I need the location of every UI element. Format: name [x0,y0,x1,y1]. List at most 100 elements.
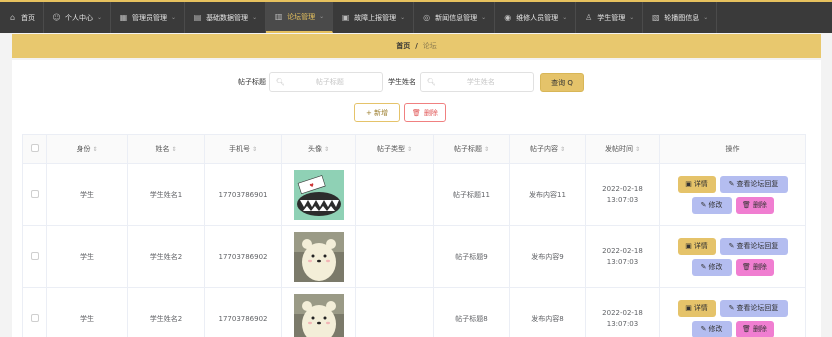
view-replies-button[interactable]: ✎ 查看论坛回复 [719,175,788,193]
nav-item-6[interactable]: ◎ 新闻信息管理 ⌄ [414,2,496,33]
nav-item-label: 基础数据管理 [206,13,249,22]
nav-item-label: 管理员管理 [132,13,168,22]
phone-cell: 17703786901 [204,163,282,226]
nav-item-2[interactable]: ▦ 管理员管理 ⌄ [111,2,186,33]
post-title-field[interactable]: 🔍︎ [269,72,383,92]
user-icon: ☺ [52,13,61,22]
column-header-label: 操作 [725,145,740,153]
sort-icon[interactable]: ⇕ [171,146,176,153]
post-title-label: 帖子标题 [238,78,266,86]
post-type-cell [355,225,434,288]
repair-icon: ◉ [504,13,512,22]
sort-icon[interactable]: ⇕ [635,146,640,153]
row-delete-button[interactable]: 🗑︎ 删除 [735,196,774,214]
post-title-cell: 帖子标题11 [433,163,510,226]
avatar-monster-image: ♥ [293,169,344,220]
identity-cell: 学生 [46,163,128,226]
breadcrumb-home[interactable]: 首页 [396,41,410,51]
column-header[interactable]: 发帖时间 ⇕ [585,134,660,164]
news-icon: ◎ [423,13,431,22]
trash-icon: 🗑︎ [742,325,751,333]
sort-icon[interactable]: ⇕ [484,146,489,153]
column-header[interactable]: 帖子标题 ⇕ [433,134,510,164]
view-replies-button[interactable]: ✎ 查看论坛回复 [719,237,788,255]
table-row[interactable]: 学生 学生姓名1 17703786901 ♥ 帖子标题11 发布内容11 2022-02-1… [22,163,806,226]
post-content-cell: 发布内容9 [509,225,586,288]
phone-cell: 17703786902 [204,225,282,288]
student-icon: ♙ [585,13,593,22]
detail-button[interactable]: ▣ 详情 [677,237,716,255]
nav-item-label: 论坛管理 [287,12,316,21]
student-name-label: 学生姓名 [388,78,416,86]
select-all-checkbox[interactable] [30,144,39,152]
nav-item-4[interactable]: ▥ 论坛管理 ⌄ [266,2,334,33]
view-replies-label: 查看论坛回复 [736,242,779,250]
carousel-icon: ▧ [651,13,660,22]
delete-button[interactable]: 🗑︎ 删除 [404,103,446,122]
column-header[interactable]: 身份 ⇕ [46,134,128,164]
column-header[interactable]: 帖子内容 ⇕ [509,134,586,164]
avatar-cell [281,287,356,337]
student-name-input[interactable] [435,78,526,86]
column-header[interactable]: 帖子类型 ⇕ [355,134,434,164]
avatar-cell: ♥ [281,163,356,226]
delete-button-label: 删除 [423,108,438,117]
post-time-cell: 2022-02-18 13:07:03 [585,163,660,226]
row-delete-label: 删除 [752,263,767,271]
edit-button[interactable]: ✎ 修改 [691,196,732,214]
view-replies-label: 查看论坛回复 [736,304,779,312]
table-row[interactable]: 学生 学生姓名2 17703786902 帖子标题8 发布内容8 2022-02-18 1… [22,287,806,337]
column-header-label: 头像 [307,145,322,153]
sort-icon[interactable]: ⇕ [407,146,412,153]
phone-cell: 17703786902 [204,287,282,337]
table-row[interactable]: 学生 学生姓名2 17703786902 帖子标题9 发布内容9 2022-02-18 1… [22,225,806,288]
column-header[interactable]: 姓名 ⇕ [127,134,205,164]
detail-button[interactable]: ▣ 详情 [677,175,716,193]
nav-item-label: 新闻信息管理 [435,13,478,22]
add-button[interactable]: + 新增 [354,103,400,122]
nav-item-7[interactable]: ◉ 维修人员管理 ⌄ [495,2,577,33]
column-header[interactable]: 手机号 ⇕ [204,134,282,164]
post-title-cell: 帖子标题8 [433,287,510,337]
column-header[interactable]: 头像 ⇕ [281,134,356,164]
nav-item-9[interactable]: ▧ 轮播图信息 ⌄ [643,2,718,33]
row-checkbox[interactable] [30,189,39,198]
edit-icon: ✎ [700,263,707,271]
avatar-bear-image [293,231,344,282]
nav-item-0[interactable]: ⌂ 首页 [0,2,44,33]
nav-item-1[interactable]: ☺ 个人中心 ⌄ [44,2,112,33]
row-delete-button[interactable]: 🗑︎ 删除 [735,258,774,276]
sort-icon[interactable]: ⇕ [92,146,97,153]
edit-button[interactable]: ✎ 修改 [691,258,732,276]
sort-icon[interactable]: ⇕ [324,146,329,153]
ops-cell: ▣ 详情 ✎ 查看论坛回复 ✎ 修改 🗑︎ 删除 [659,287,806,337]
nav-item-label: 个人中心 [65,13,93,22]
edit-icon: ✎ [728,304,735,312]
view-replies-button[interactable]: ✎ 查看论坛回复 [719,299,788,317]
row-checkbox[interactable] [30,313,39,322]
trash-icon: 🗑︎ [742,201,751,209]
sort-icon[interactable]: ⇕ [560,146,565,153]
post-title-input[interactable] [284,78,375,86]
chevron-down-icon: ⌄ [400,14,406,21]
admin-icon: ▦ [119,13,128,22]
search-icon: 🔍︎ [427,78,436,86]
row-checkbox[interactable] [30,251,39,260]
row-delete-button[interactable]: 🗑︎ 删除 [735,320,774,337]
chevron-down-icon: ⌄ [252,14,258,21]
nav-item-5[interactable]: ▣ 故障上报管理 ⌄ [333,2,415,33]
nav-item-8[interactable]: ♙ 学生管理 ⌄ [576,2,644,33]
nav-item-3[interactable]: ▤ 基础数据管理 ⌄ [185,2,267,33]
column-header-label: 发帖时间 [604,145,633,153]
edit-button[interactable]: ✎ 修改 [691,320,732,337]
toolbar: + 新增 🗑︎ 删除 [12,103,821,122]
post-type-cell [355,287,434,337]
post-type-cell [355,163,434,226]
query-button[interactable]: 查询 Q [540,73,584,92]
nav-item-label: 学生管理 [597,13,626,22]
post-content-cell: 发布内容11 [509,163,586,226]
sort-icon[interactable]: ⇕ [252,146,257,153]
student-name-field[interactable]: 🔍︎ [420,72,534,92]
edit-icon: ✎ [700,201,707,209]
detail-button[interactable]: ▣ 详情 [677,299,716,317]
